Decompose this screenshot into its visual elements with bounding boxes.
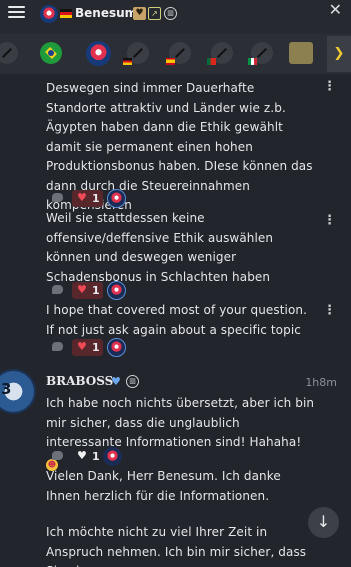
more-options-icon[interactable]: ⋮ <box>323 213 336 228</box>
bank-badge-icon: ▥ <box>126 375 139 388</box>
heart-badge-icon: ♥ <box>133 7 146 20</box>
avatar-number: 3 <box>1 380 12 398</box>
menu-icon[interactable] <box>4 0 32 26</box>
chart-badge-icon: ↗ <box>148 7 161 20</box>
reactor-avatar[interactable] <box>107 189 126 208</box>
gold-avatar[interactable] <box>289 42 313 64</box>
heart-reaction[interactable]: ♥ 1 <box>72 282 103 299</box>
reply-icon[interactable] <box>52 193 63 202</box>
reactor-avatar[interactable] <box>107 338 126 357</box>
reply-icon[interactable] <box>52 451 63 460</box>
reply-icon[interactable] <box>52 285 63 294</box>
message-text: Weil sie stattdessen keine offensive/def… <box>46 211 274 284</box>
message-text: Vielen Dank, Herr Benesum. Ich danke Ihn… <box>46 469 281 503</box>
chat-title[interactable]: Benesum <box>75 6 137 20</box>
author-avatar[interactable]: 3 <box>0 369 36 414</box>
reaction-count: 1 <box>92 192 100 205</box>
spain-flag-icon <box>166 58 175 65</box>
reaction-count: 1 <box>92 341 100 354</box>
author-name[interactable]: BRABOSS <box>46 374 113 388</box>
more-options-icon[interactable]: ⋮ <box>323 79 336 94</box>
reaction-count: 1 <box>92 450 100 463</box>
chevron-right-icon[interactable]: ❯ <box>327 36 351 72</box>
germany-flag-icon <box>123 58 132 65</box>
heart-reaction[interactable]: ♥ 1 <box>72 190 103 207</box>
heart-reaction[interactable]: ♥ 1 <box>72 448 103 465</box>
heart-icon: ♥ <box>77 283 87 296</box>
chat-header: Benesum ♥ ↗ ▥ ✕ <box>0 0 351 34</box>
reaction-count: 1 <box>92 284 100 297</box>
heart-badge-icon: ♥ <box>111 375 121 388</box>
heart-icon: ♥ <box>77 449 87 462</box>
reactor-avatar[interactable] <box>107 281 126 300</box>
brazil-avatar[interactable] <box>40 42 62 64</box>
bank-badge-icon: ▥ <box>164 7 177 20</box>
user-avatar[interactable] <box>40 5 58 23</box>
germany-flag-icon <box>60 9 72 18</box>
scroll-to-bottom-button[interactable]: ↓ <box>308 507 339 538</box>
heart-icon: ♥ <box>77 191 87 204</box>
portugal-flag-icon <box>207 58 216 65</box>
more-options-icon[interactable]: ⋮ <box>323 303 336 318</box>
message-feed[interactable]: Deswegen sind immer Dauerhafte Standorte… <box>0 74 351 567</box>
italy-flag-icon <box>248 58 257 65</box>
reply-icon[interactable] <box>52 342 63 351</box>
heart-reaction[interactable]: ♥ 1 <box>72 339 103 356</box>
message-body: Ich habe noch nichts übersetzt, aber ich… <box>46 396 315 449</box>
benesum-avatar[interactable] <box>86 41 111 66</box>
close-icon[interactable]: ✕ <box>329 0 342 19</box>
heart-icon: ♥ <box>77 340 87 353</box>
reactor-avatar[interactable] <box>103 447 122 466</box>
message-text: I hope that covered most of your questio… <box>46 303 308 337</box>
message-text: Ich möchte nicht zu viel Ihrer Zeit in A… <box>46 525 307 567</box>
message-timestamp: 1h8m <box>305 376 337 389</box>
compass-avatar[interactable] <box>0 42 18 64</box>
conversation-strip: ❯ <box>0 34 351 74</box>
